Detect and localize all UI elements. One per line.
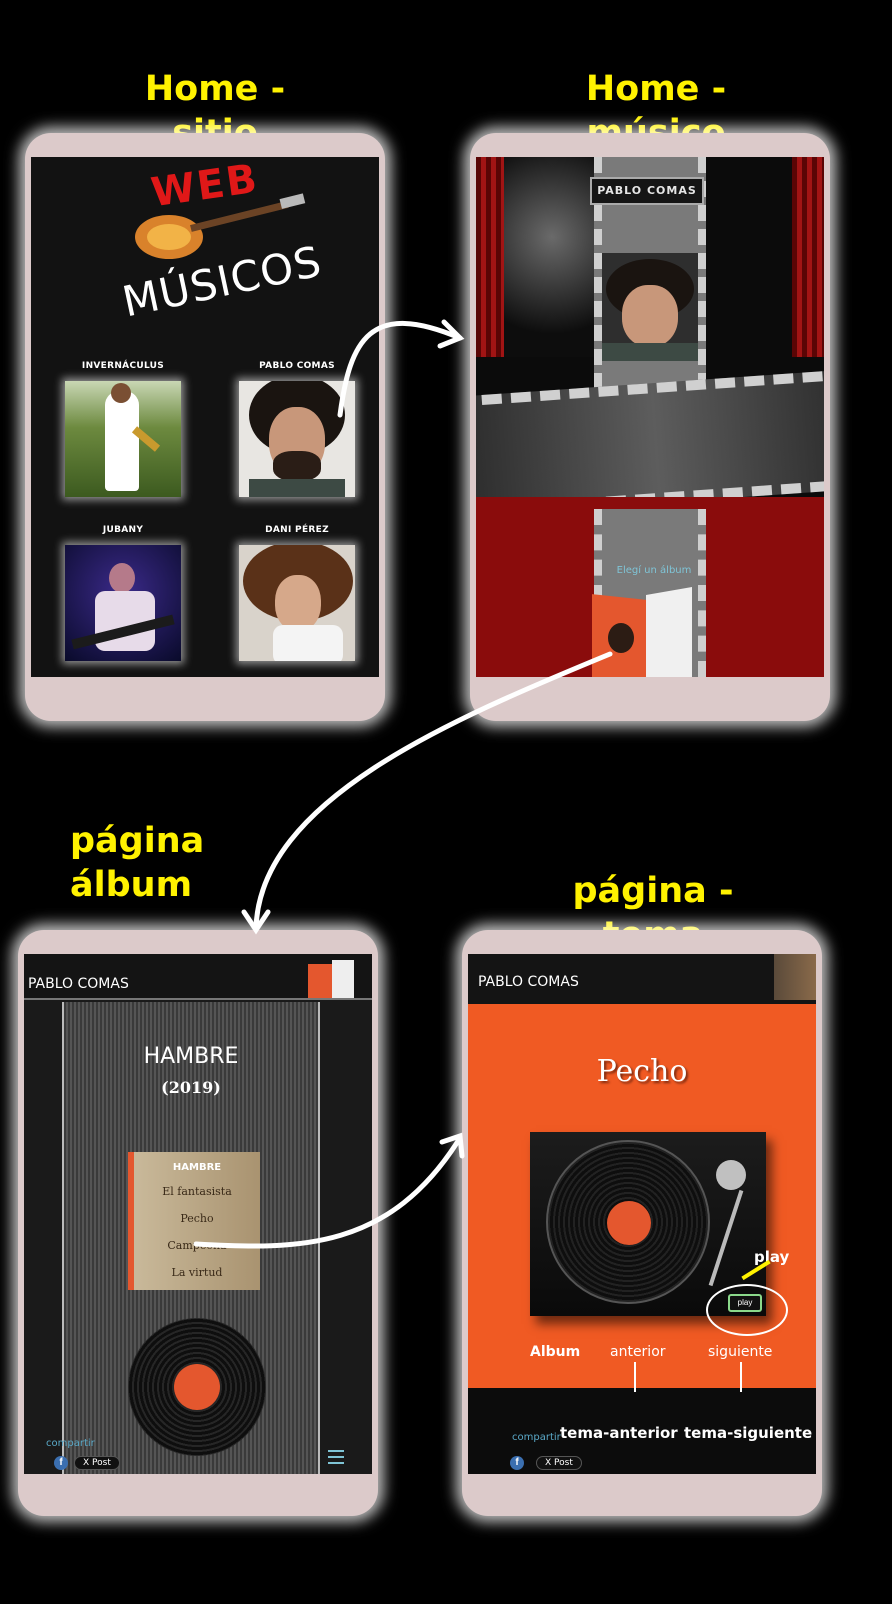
track-item[interactable]: El fantasista: [134, 1185, 260, 1198]
tema-anterior-label: tema-anterior: [560, 1424, 678, 1442]
screen-home-sitio: WEB MÚSICOS INVERNÁCULUS PABLO COMAS JUB…: [31, 157, 379, 677]
track-item[interactable]: Campeona: [134, 1239, 260, 1252]
artist-name-sign: PABLO COMAS: [590, 177, 704, 205]
tracklist-card: HAMBRE El fantasista Pecho Campeona La v…: [128, 1152, 260, 1290]
album-year: (2019): [161, 1078, 221, 1097]
vinyl-record-icon: [546, 1140, 710, 1304]
share-label: compartir: [512, 1432, 561, 1443]
album-cube-thumb[interactable]: [308, 960, 354, 998]
phone-home-musico: PABLO COMAS Elegí un álbum: [470, 133, 830, 721]
album-cube[interactable]: [592, 586, 692, 677]
spotlight: [504, 157, 600, 357]
musician-name: INVERNÁCULUS: [81, 361, 165, 371]
film-strip-diagonal: [476, 369, 824, 517]
song-title: Pecho: [596, 1054, 688, 1089]
arrow-head: [439, 1132, 465, 1159]
phone-home-sitio: WEB MÚSICOS INVERNÁCULUS PABLO COMAS JUB…: [25, 133, 385, 721]
screen-home-musico: PABLO COMAS Elegí un álbum: [476, 157, 824, 677]
musician-card-jubany[interactable]: JUBANY: [65, 525, 181, 661]
musician-name: DANI PÉREZ: [265, 525, 329, 535]
arrow-head: [437, 319, 465, 349]
nav-next-link[interactable]: siguiente: [708, 1344, 772, 1360]
song-header-bar: PABLO COMAS: [468, 954, 816, 1004]
facebook-icon[interactable]: f: [54, 1456, 68, 1470]
site-logo[interactable]: WEB MÚSICOS: [118, 157, 326, 331]
heading-pagina-album: página álbum: [70, 821, 205, 905]
phone-pagina-album: PABLO COMAS HAMBRE (2019) HAMBRE El fant…: [18, 930, 378, 1516]
screen-pagina-album: PABLO COMAS HAMBRE (2019) HAMBRE El fant…: [24, 954, 372, 1474]
track-item[interactable]: La virtud: [134, 1266, 260, 1279]
album-header-bar: PABLO COMAS: [24, 954, 372, 1000]
musician-photo-invernaculus[interactable]: [65, 381, 181, 497]
musician-name: PABLO COMAS: [259, 361, 335, 371]
curtain-right: [792, 157, 824, 357]
tracklist-title: HAMBRE: [172, 1162, 222, 1173]
artist-link[interactable]: PABLO COMAS: [28, 976, 129, 992]
track-item[interactable]: Pecho: [134, 1212, 260, 1225]
musician-card-invernaculus[interactable]: INVERNÁCULUS: [65, 361, 181, 497]
album-title: HAMBRE: [143, 1044, 239, 1069]
artist-link[interactable]: PABLO COMAS: [478, 974, 579, 990]
artist-portrait: [602, 253, 698, 361]
tonearm-icon: [716, 1160, 746, 1190]
play-annotation: play: [754, 1248, 790, 1266]
arrow-down-icon: [740, 1362, 742, 1392]
screen-pagina-tema: PABLO COMAS Pecho play play Album anteri…: [468, 954, 816, 1474]
musician-name: JUBANY: [102, 525, 144, 535]
musician-card-pablo-comas[interactable]: PABLO COMAS: [239, 361, 355, 497]
musician-card-dani-perez[interactable]: DANI PÉREZ: [239, 525, 355, 661]
musician-photo-jubany[interactable]: [65, 545, 181, 661]
share-label: compartir: [46, 1438, 95, 1449]
phone-pagina-tema: PABLO COMAS Pecho play play Album anteri…: [462, 930, 822, 1516]
vinyl-record-icon[interactable]: [128, 1318, 266, 1456]
nav-album-link[interactable]: Album: [530, 1344, 580, 1360]
play-highlight-ring: [706, 1284, 788, 1336]
album-cover-thumb[interactable]: [774, 954, 816, 1000]
x-post-button[interactable]: X Post: [536, 1456, 582, 1470]
musician-photo-pablo-comas[interactable]: [239, 381, 355, 497]
arrow-head: [241, 909, 271, 935]
musician-photo-dani-perez[interactable]: [239, 545, 355, 661]
arrow-down-icon: [634, 1362, 636, 1392]
facebook-icon[interactable]: f: [510, 1456, 524, 1470]
curtain-left: [476, 157, 504, 357]
tema-siguiente-label: tema-siguiente: [684, 1424, 813, 1442]
choose-album-label: Elegí un álbum: [616, 565, 692, 576]
x-post-button[interactable]: X Post: [74, 1456, 120, 1470]
menu-icon[interactable]: [328, 1450, 344, 1464]
nav-prev-link[interactable]: anterior: [610, 1344, 666, 1360]
